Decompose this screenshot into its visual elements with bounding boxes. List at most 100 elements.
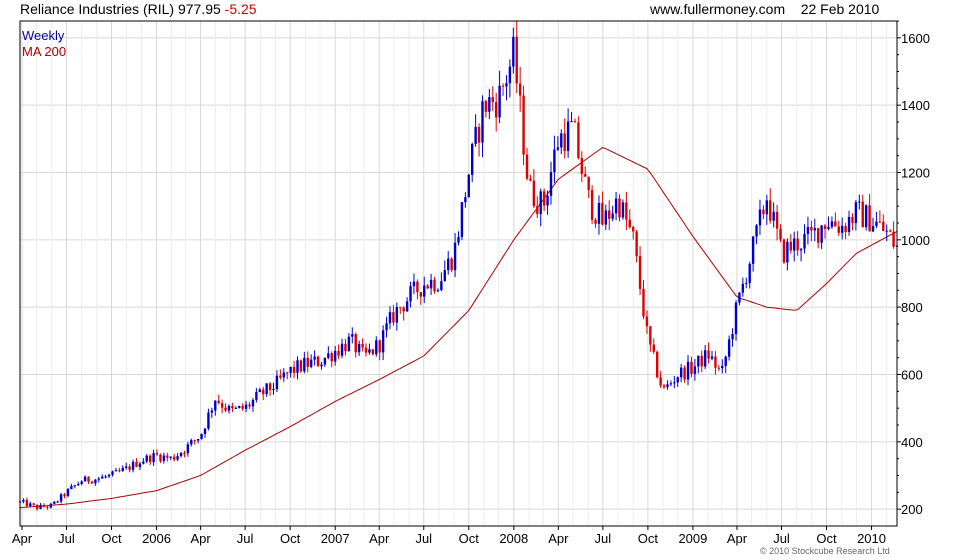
candle-body [741,283,745,293]
candle-body [39,504,42,509]
candle-body [155,453,159,455]
candle-body [166,455,169,458]
candle-body [772,211,775,221]
y-tick-label: 600 [901,368,923,383]
candle-body [721,365,724,369]
candle-body [159,454,162,461]
candle-body [854,202,858,224]
candle-body [858,201,861,203]
candle-body [333,350,337,362]
candle-body [111,471,114,475]
candle-body [251,399,255,407]
candle-body [433,279,436,292]
candle-body [834,221,837,227]
candle-body [669,383,673,385]
candle-body [289,366,292,373]
candle-body [467,174,470,198]
legend-weekly: Weekly [22,28,65,43]
candle-body [268,383,272,391]
candle-body [272,389,275,391]
x-tick-label: Oct [816,531,837,546]
candle-body [176,456,179,460]
candle-body [447,258,450,271]
candle-body [395,307,399,323]
candle-body [371,349,375,355]
candle-body [597,202,601,224]
candle-body [203,428,207,434]
y-tick-label: 1600 [901,31,930,46]
candle-body [618,198,621,218]
candle-body [124,466,128,468]
candle-body [172,456,176,460]
y-tick-label: 800 [901,300,923,315]
x-tick-label: Oct [101,531,122,546]
candle-body [662,385,666,388]
candle-body [296,360,299,373]
candle-body [299,360,303,372]
candle-body [625,202,628,220]
candle-body [344,343,347,352]
candle-body [200,433,203,440]
candle-body [340,343,344,356]
x-tick-label: 2006 [142,531,171,546]
candle-body [429,279,433,289]
candle-body [279,375,282,378]
candle-body [823,225,827,229]
candle-body [121,467,124,471]
candle-body [258,389,262,393]
candle-body [292,366,296,373]
candle-body [183,453,186,455]
candle-body [810,227,813,231]
candle-body [90,481,94,484]
candle-body [460,202,464,237]
candle-body [70,486,73,490]
candle-body [676,377,679,383]
candle-body [751,236,755,264]
candle-body [265,383,268,395]
candle-body [217,400,220,404]
candle-body [474,126,477,144]
candle-body [868,205,871,232]
candle-body [573,121,577,123]
y-axis: 200 400 600 800 1000 1200 1400 1600 [897,20,930,517]
candle-body [375,340,378,355]
candle-body [686,361,690,380]
candle-body [313,356,316,360]
x-tick-label: Apr [369,531,390,546]
candle-body [42,504,46,507]
candle-body [286,372,289,374]
y-tick-label: 200 [901,502,923,517]
candle-body [817,228,820,243]
candle-body [303,357,306,372]
candle-body [546,195,549,206]
x-tick-label: Jul [58,531,75,546]
legend-ma: MA 200 [22,44,66,59]
x-tick-label: Apr [190,531,211,546]
candle-body [864,205,868,228]
candle-body [416,281,419,293]
candle-body [700,355,703,367]
candle-body [649,326,652,345]
candle-body [131,461,135,470]
candle-body [484,101,488,112]
candle-body [464,197,467,203]
candle-body [779,228,782,240]
candle-body [553,149,556,173]
candle-body [436,290,440,292]
candle-body [238,405,241,408]
candle-body [419,292,423,297]
candle-body [46,506,49,508]
candle-body [539,191,542,215]
candle-body [248,404,251,407]
candle-body [724,356,727,366]
candle-body [796,238,799,251]
candle-body [861,201,864,228]
candle-body [532,180,536,207]
candle-body [450,258,453,271]
candle-body [580,157,584,174]
candle-body [505,83,508,87]
candle-body [888,230,892,232]
candle-body [399,307,402,309]
candle-body [347,336,351,352]
candle-body [875,221,878,227]
